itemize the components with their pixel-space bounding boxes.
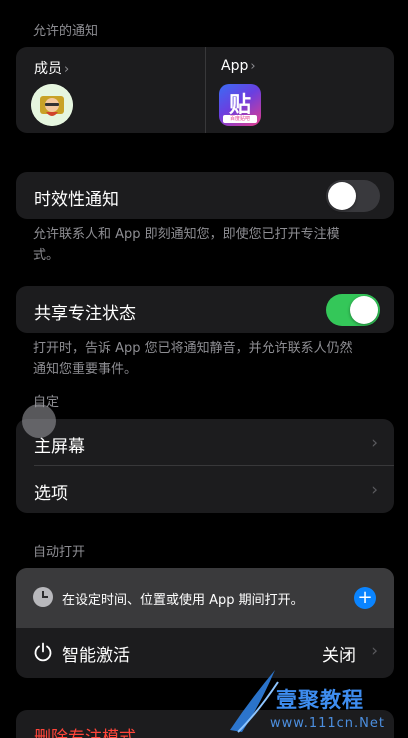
apps-label: App	[221, 58, 249, 74]
people-column[interactable]: 成员 ›	[16, 47, 205, 133]
watermark: 壹聚教程 www.111cn.Net	[230, 660, 408, 738]
add-schedule-row[interactable]: 在设定时间、位置或使用 App 期间打开。 +	[16, 568, 394, 628]
options-row[interactable]: 选项 ›	[16, 466, 394, 513]
touch-indicator	[22, 404, 56, 438]
time-sensitive-row: 时效性通知	[16, 172, 394, 219]
add-schedule-label: 在设定时间、位置或使用 App 期间打开。	[62, 593, 304, 608]
chevron-right-icon: ›	[250, 59, 256, 74]
clock-icon	[33, 587, 53, 607]
share-focus-label: 共享专注状态	[34, 304, 136, 324]
time-sensitive-toggle[interactable]	[326, 180, 380, 212]
options-label: 选项	[34, 484, 68, 504]
memoji-avatar-icon	[31, 84, 73, 126]
chevron-right-icon: ›	[371, 433, 378, 453]
toggle-knob	[328, 182, 356, 210]
allowed-notifications-header: 允许的通知	[33, 24, 99, 39]
share-focus-footnote: 打开时，告诉 App 您已将通知静音，并允许联系人仍然通知您重要事件。	[33, 341, 353, 377]
watermark-brand: 壹聚教程	[276, 688, 364, 712]
chevron-right-icon: ›	[371, 641, 378, 661]
auto-on-header: 自动打开	[33, 545, 86, 560]
home-screen-row[interactable]: 主屏幕 ›	[16, 419, 394, 466]
delete-focus-label: 删除专注模式	[34, 728, 136, 738]
people-label: 成员	[34, 61, 62, 77]
toggle-knob	[350, 296, 378, 324]
time-sensitive-footnote: 允许联系人和 App 即刻通知您，即使您已打开专注模式。	[33, 227, 340, 263]
share-focus-card: 共享专注状态	[16, 286, 394, 333]
avatar[interactable]	[31, 84, 73, 126]
time-sensitive-card: 时效性通知	[16, 172, 394, 219]
customize-card: 主屏幕 › 选项 ›	[16, 419, 394, 513]
power-icon	[34, 642, 52, 662]
add-schedule-plus-button[interactable]: +	[354, 587, 376, 609]
share-focus-row: 共享专注状态	[16, 286, 394, 333]
chevron-right-icon: ›	[64, 62, 70, 77]
watermark-domain: www.111cn.Net	[270, 716, 385, 731]
time-sensitive-label: 时效性通知	[34, 190, 119, 210]
share-focus-toggle[interactable]	[326, 294, 380, 326]
tieba-app-icon[interactable]: 贴 百度贴吧	[219, 84, 261, 126]
allowed-notifications-card: 成员 › App › 贴 百度贴吧	[16, 47, 394, 133]
chevron-right-icon: ›	[371, 480, 378, 500]
smart-activation-label: 智能激活	[62, 646, 130, 666]
app-icon-caption: 百度贴吧	[223, 115, 257, 123]
